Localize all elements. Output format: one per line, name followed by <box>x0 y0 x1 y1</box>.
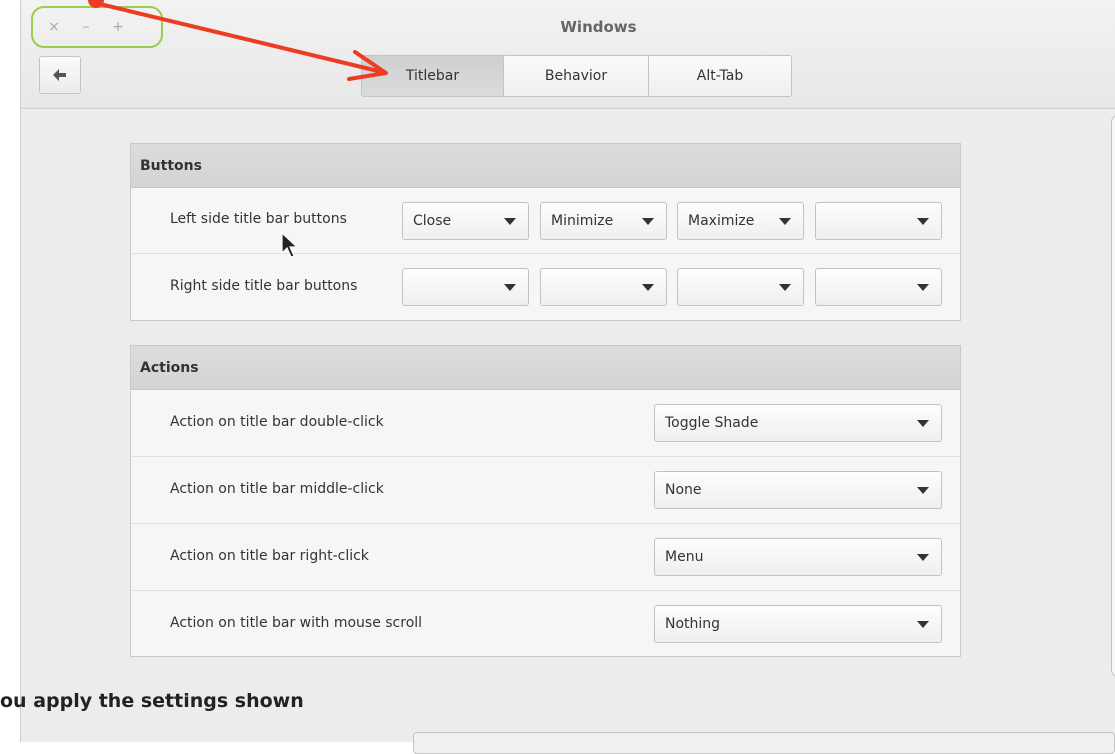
combo-value: Maximize <box>688 213 755 229</box>
actions-section: Actions Action on title bar double-click… <box>130 345 961 657</box>
vertical-scrollbar[interactable] <box>1111 115 1115 677</box>
right-click-label: Action on title bar right-click <box>170 548 369 564</box>
left-button-3-combo[interactable]: Maximize <box>677 202 804 240</box>
left-buttons-row: Left side title bar buttons Close Minimi… <box>131 188 960 254</box>
right-click-combo[interactable]: Menu <box>654 538 942 576</box>
dropdown-arrow-icon <box>917 284 929 291</box>
dropdown-arrow-icon <box>779 218 791 225</box>
left-button-2-combo[interactable]: Minimize <box>540 202 667 240</box>
left-button-4-combo[interactable] <box>815 202 942 240</box>
middle-click-label: Action on title bar middle-click <box>170 481 384 497</box>
right-click-row: Action on title bar right-click Menu <box>131 524 960 591</box>
mouse-scroll-combo[interactable]: Nothing <box>654 605 942 643</box>
right-buttons-label: Right side title bar buttons <box>170 278 358 294</box>
right-button-2-combo[interactable] <box>540 268 667 306</box>
tutorial-caption: ou apply the settings shown <box>0 690 304 712</box>
annotation-arrow <box>98 2 388 81</box>
double-click-row: Action on title bar double-click Toggle … <box>131 390 960 457</box>
right-button-4-combo[interactable] <box>815 268 942 306</box>
buttons-section-title: Buttons <box>131 144 960 188</box>
mouse-scroll-row: Action on title bar with mouse scroll No… <box>131 591 960 658</box>
left-button-1-combo[interactable]: Close <box>402 202 529 240</box>
combo-value: None <box>665 482 702 498</box>
combo-value: Menu <box>665 549 704 565</box>
combo-value: Toggle Shade <box>665 415 759 431</box>
double-click-combo[interactable]: Toggle Shade <box>654 404 942 442</box>
combo-value: Minimize <box>551 213 614 229</box>
combo-value: Nothing <box>665 616 721 632</box>
actions-section-title: Actions <box>131 346 960 390</box>
dropdown-arrow-icon <box>917 218 929 225</box>
dropdown-arrow-icon <box>779 284 791 291</box>
combo-value: Close <box>413 213 452 229</box>
double-click-label: Action on title bar double-click <box>170 414 384 430</box>
dropdown-arrow-icon <box>917 420 929 427</box>
mouse-scroll-label: Action on title bar with mouse scroll <box>170 615 423 631</box>
dropdown-arrow-icon <box>504 284 516 291</box>
left-buttons-label: Left side title bar buttons <box>170 211 347 227</box>
dropdown-arrow-icon <box>504 218 516 225</box>
middle-click-combo[interactable]: None <box>654 471 942 509</box>
dropdown-arrow-icon <box>917 487 929 494</box>
buttons-section: Buttons Left side title bar buttons Clos… <box>130 143 961 321</box>
right-buttons-row: Right side title bar buttons <box>131 254 960 320</box>
dropdown-arrow-icon <box>642 218 654 225</box>
mouse-pointer-icon <box>281 232 299 258</box>
dropdown-arrow-icon <box>917 621 929 628</box>
right-button-3-combo[interactable] <box>677 268 804 306</box>
middle-click-row: Action on title bar middle-click None <box>131 457 960 524</box>
dropdown-arrow-icon <box>642 284 654 291</box>
right-button-1-combo[interactable] <box>402 268 529 306</box>
bottom-bar <box>413 732 1115 754</box>
dropdown-arrow-icon <box>917 554 929 561</box>
